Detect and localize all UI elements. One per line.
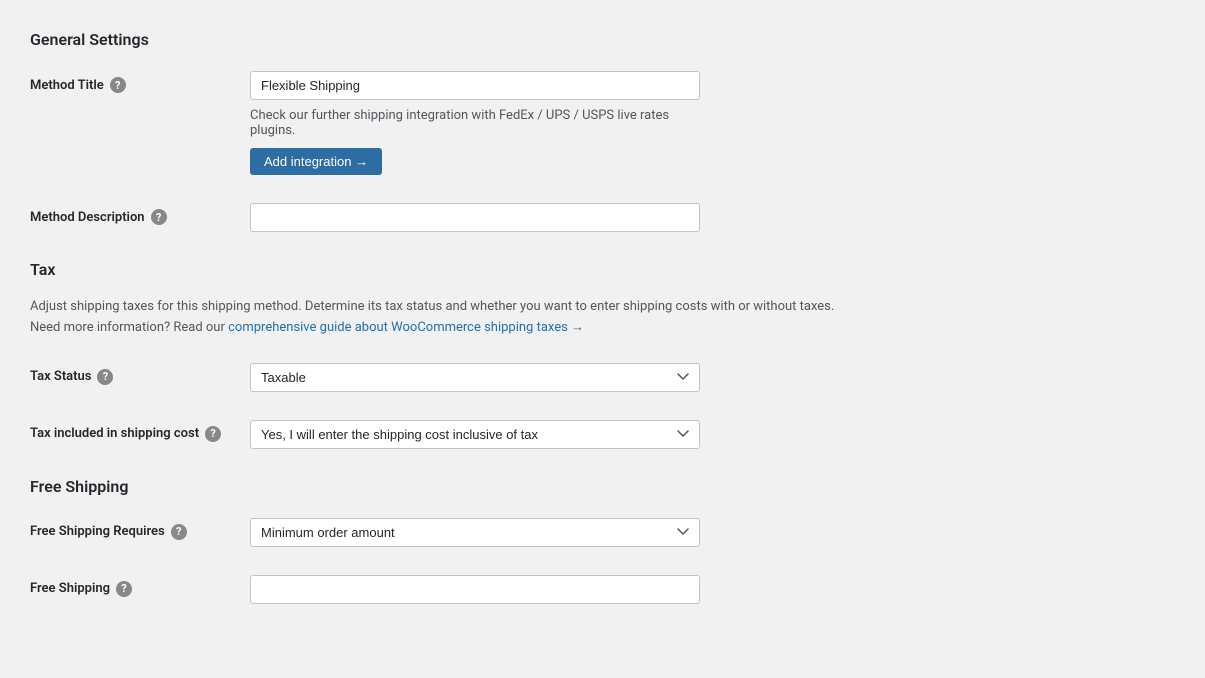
method-title-label: Method Title	[30, 78, 104, 93]
tax-status-label-col: Tax Status ?	[30, 363, 250, 385]
method-description-label: Method Description	[30, 210, 145, 225]
tax-description: Adjust shipping taxes for this shipping …	[30, 297, 930, 339]
tax-status-row: Tax Status ? Taxable None	[30, 359, 1175, 396]
tax-included-row: Tax included in shipping cost ? Yes, I w…	[30, 416, 1175, 453]
free-shipping-amount-control	[250, 575, 700, 604]
free-shipping-amount-input[interactable]	[250, 575, 700, 604]
method-title-control: Check our further shipping integration w…	[250, 71, 700, 175]
integration-row: Check our further shipping integration w…	[250, 108, 700, 175]
tax-section: Tax	[30, 260, 1175, 279]
free-shipping-amount-row: Free Shipping ?	[30, 571, 1175, 608]
free-shipping-section: Free Shipping	[30, 477, 1175, 496]
tax-included-label: Tax included in shipping cost	[30, 426, 199, 441]
method-title-input[interactable]	[250, 71, 700, 100]
tax-guide-link[interactable]: comprehensive guide about WooCommerce sh…	[228, 320, 584, 335]
tax-description-text1: Adjust shipping taxes for this shipping …	[30, 299, 834, 314]
free-shipping-requires-label: Free Shipping Requires	[30, 524, 165, 539]
tax-title: Tax	[30, 260, 1175, 279]
method-description-help-icon[interactable]: ?	[151, 209, 167, 225]
free-shipping-requires-select[interactable]: N/A Minimum order amount Coupon Minimum …	[250, 518, 700, 547]
free-shipping-amount-help-icon[interactable]: ?	[116, 581, 132, 597]
tax-included-select[interactable]: Yes, I will enter the shipping cost incl…	[250, 420, 700, 449]
method-title-label-col: Method Title ?	[30, 71, 250, 93]
tax-description-text2: Need more information? Read our	[30, 320, 228, 335]
method-title-help-icon[interactable]: ?	[110, 77, 126, 93]
free-shipping-requires-row: Free Shipping Requires ? N/A Minimum ord…	[30, 514, 1175, 551]
method-description-input[interactable]	[250, 203, 700, 232]
method-description-label-col: Method Description ?	[30, 203, 250, 225]
tax-status-help-icon[interactable]: ?	[97, 369, 113, 385]
free-shipping-requires-label-col: Free Shipping Requires ?	[30, 518, 250, 540]
general-settings-title: General Settings	[30, 30, 1175, 49]
method-description-control	[250, 203, 700, 232]
integration-text: Check our further shipping integration w…	[250, 108, 700, 138]
free-shipping-title: Free Shipping	[30, 477, 1175, 496]
free-shipping-amount-label: Free Shipping	[30, 581, 110, 596]
tax-included-control: Yes, I will enter the shipping cost incl…	[250, 420, 700, 449]
tax-status-control: Taxable None	[250, 363, 700, 392]
tax-included-label-col: Tax included in shipping cost ?	[30, 420, 250, 442]
add-integration-button[interactable]: Add integration →	[250, 148, 382, 175]
tax-included-help-icon[interactable]: ?	[205, 426, 221, 442]
method-description-row: Method Description ?	[30, 199, 1175, 236]
free-shipping-amount-label-col: Free Shipping ?	[30, 575, 250, 597]
method-title-row: Method Title ? Check our further shippin…	[30, 67, 1175, 179]
tax-status-select[interactable]: Taxable None	[250, 363, 700, 392]
tax-status-label: Tax Status	[30, 369, 91, 384]
free-shipping-requires-help-icon[interactable]: ?	[171, 524, 187, 540]
free-shipping-requires-control: N/A Minimum order amount Coupon Minimum …	[250, 518, 700, 547]
